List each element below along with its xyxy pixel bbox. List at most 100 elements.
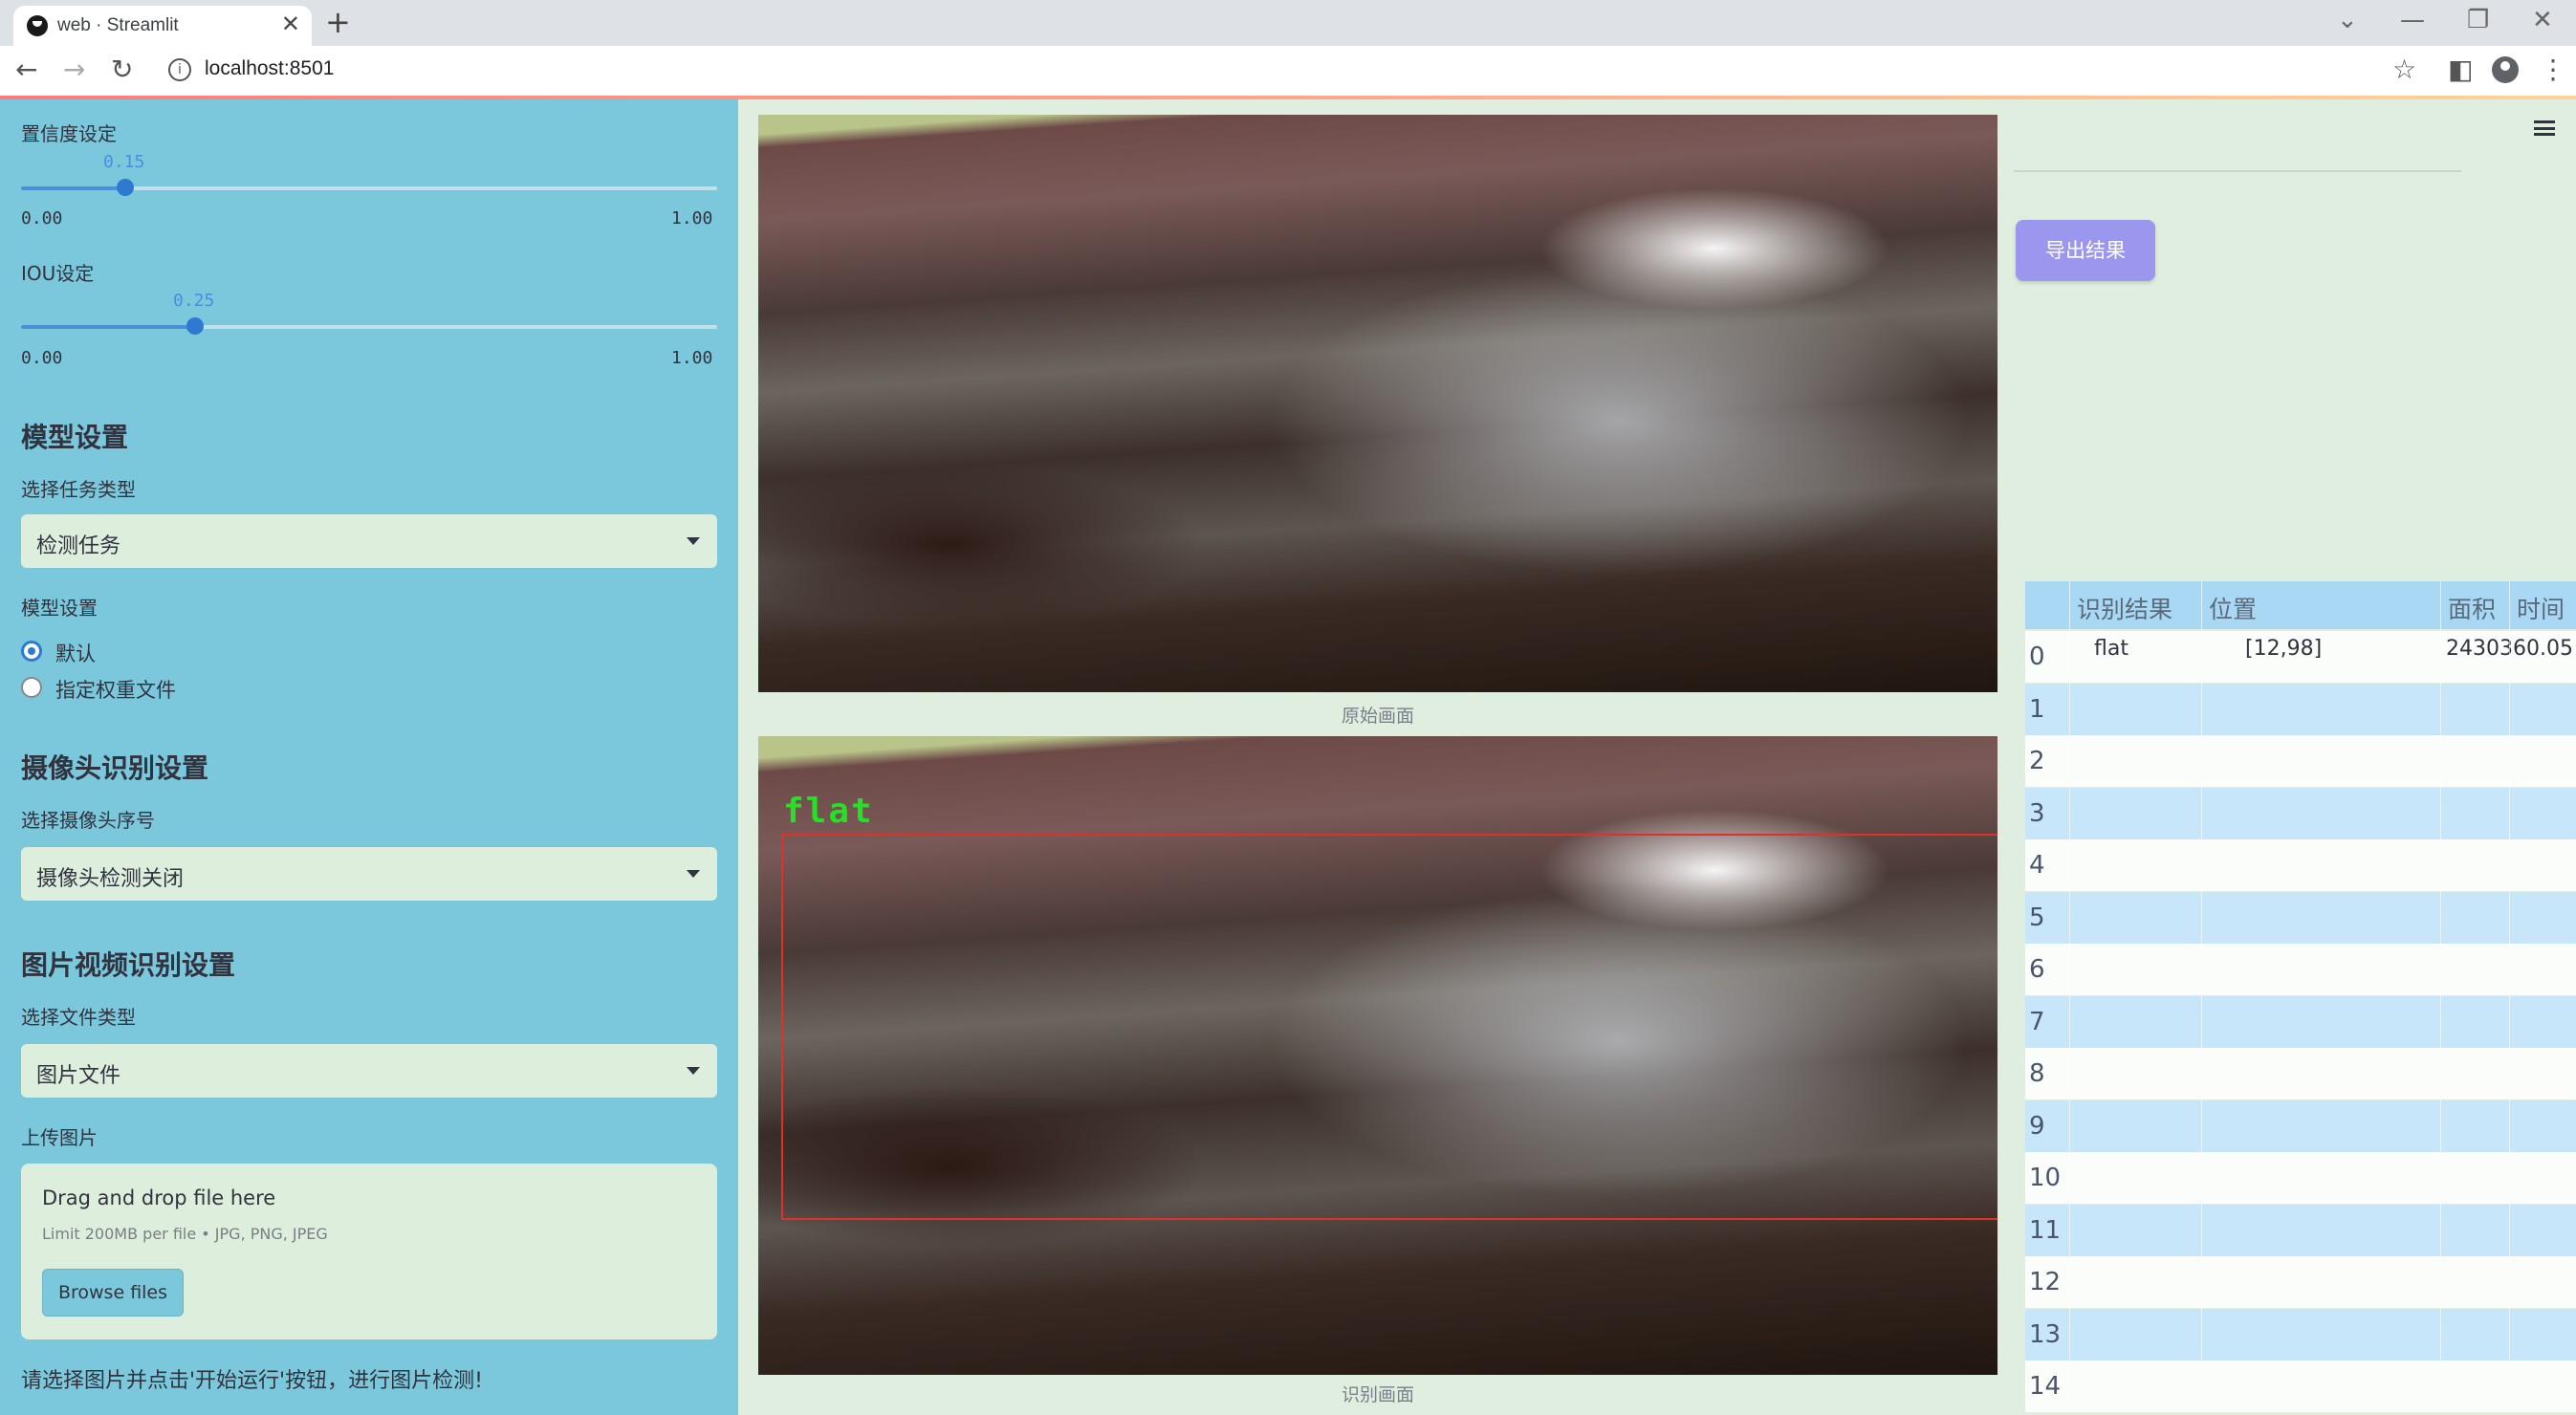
row-index: 2 <box>2029 747 2045 775</box>
hamburger-menu-icon[interactable] <box>2534 120 2555 136</box>
chevron-down-icon <box>687 537 700 545</box>
table-row[interactable]: 7 <box>2025 995 2576 1048</box>
confidence-max: 1.00 <box>671 208 713 229</box>
row-index: 1 <box>2029 694 2045 724</box>
column-divider <box>2201 581 2202 1404</box>
original-image <box>758 115 1997 692</box>
table-row[interactable]: 2 <box>2025 735 2576 787</box>
streamlit-favicon-icon <box>27 15 48 36</box>
column-header-time[interactable]: 时间 <box>2517 591 2565 625</box>
file-type-value: 图片文件 <box>36 1064 121 1088</box>
radio-custom-weights[interactable]: 指定权重文件 <box>21 677 176 702</box>
column-divider <box>2440 581 2441 1404</box>
upload-label: 上传图片 <box>21 1126 98 1149</box>
table-row[interactable]: 11 <box>2025 1204 2576 1256</box>
detection-label: flat <box>783 792 874 831</box>
detection-bounding-box <box>781 834 1997 1220</box>
row-index: 13 <box>2029 1319 2062 1349</box>
close-tab-icon[interactable]: ✕ <box>281 11 300 37</box>
row-index: 10 <box>2029 1164 2062 1192</box>
browse-files-button[interactable]: Browse files <box>42 1269 184 1317</box>
back-icon[interactable]: ← <box>15 54 37 85</box>
table-row[interactable]: 6 <box>2025 944 2576 995</box>
camera-value: 摄像头检测关闭 <box>36 867 185 891</box>
row-index: 14 <box>2029 1372 2062 1401</box>
tab-title: web · Streamlit <box>57 15 179 35</box>
address-bar: ← → ↻ i localhost:8501 ☆ ◧ ⋮ <box>0 46 2576 96</box>
iou-slider-fill <box>21 325 195 329</box>
confidence-value: 0.15 <box>103 152 145 172</box>
export-results-button[interactable]: 导出结果 <box>2016 220 2155 281</box>
chevron-down-icon <box>687 870 700 878</box>
original-caption: 原始画面 <box>1341 706 1414 727</box>
model-settings-heading: 模型设置 <box>21 422 129 453</box>
row-index: 3 <box>2029 798 2045 828</box>
url-field[interactable]: localhost:8501 <box>205 57 334 80</box>
browser-menu-icon[interactable]: ⋮ <box>2540 54 2566 85</box>
table-row[interactable]: 13 <box>2025 1308 2576 1361</box>
profile-avatar-icon[interactable] <box>2492 56 2519 83</box>
row-index: 9 <box>2029 1111 2045 1141</box>
browser-tab[interactable]: web · Streamlit ✕ <box>13 6 312 46</box>
table-row[interactable]: 4 <box>2025 839 2576 891</box>
table-row[interactable]: 9 <box>2025 1099 2576 1152</box>
iou-slider[interactable] <box>21 317 717 335</box>
media-settings-heading: 图片视频识别设置 <box>21 949 236 981</box>
confidence-slider-fill <box>21 186 125 190</box>
tab-search-icon[interactable]: ⌄ <box>2337 6 2358 34</box>
task-type-select[interactable]: 检测任务 <box>21 514 717 568</box>
cell-position: [12,98] <box>2245 637 2323 661</box>
table-row[interactable]: 12 <box>2025 1256 2576 1308</box>
column-header-position[interactable]: 位置 <box>2209 591 2257 625</box>
row-index: 12 <box>2029 1268 2062 1296</box>
radio-custom-weights-label: 指定权重文件 <box>55 679 176 702</box>
table-row[interactable]: 3 <box>2025 787 2576 839</box>
file-dropzone[interactable]: Drag and drop file here Limit 200MB per … <box>21 1164 717 1339</box>
iou-label: IOU设定 <box>21 262 95 285</box>
forward-icon[interactable]: → <box>63 54 85 85</box>
confidence-slider[interactable] <box>21 179 717 196</box>
detected-caption: 识别画面 <box>1341 1384 1414 1405</box>
reload-icon[interactable]: ↻ <box>111 54 133 85</box>
dropzone-limit: Limit 200MB per file • JPG, PNG, JPEG <box>42 1225 328 1243</box>
iou-max: 1.00 <box>671 348 713 368</box>
detected-image: flat <box>758 736 1997 1375</box>
restore-icon[interactable]: ❐ <box>2467 6 2489 34</box>
column-divider <box>2069 581 2070 1404</box>
camera-select[interactable]: 摄像头检测关闭 <box>21 847 717 901</box>
row-index: 0 <box>2029 642 2045 671</box>
file-type-select[interactable]: 图片文件 <box>21 1044 717 1098</box>
model-label: 模型设置 <box>21 597 98 620</box>
column-header-area[interactable]: 面积 <box>2448 591 2496 625</box>
row-index: 7 <box>2029 1007 2045 1036</box>
task-type-value: 检测任务 <box>36 534 121 558</box>
new-tab-icon[interactable]: + <box>325 4 351 40</box>
site-info-icon[interactable]: i <box>168 58 191 81</box>
table-row[interactable]: 1 <box>2025 683 2576 735</box>
side-panel-icon[interactable]: ◧ <box>2448 54 2473 85</box>
camera-index-label: 选择摄像头序号 <box>21 809 155 832</box>
table-row[interactable]: 8 <box>2025 1048 2576 1099</box>
table-row[interactable]: 14 <box>2025 1361 2576 1412</box>
confidence-slider-thumb[interactable] <box>117 179 134 196</box>
table-row[interactable]: 0 flat [12,98] 2430360.05 <box>2025 631 2576 683</box>
sidebar: 置信度设定 0.15 0.00 1.00 IOU设定 0.25 0.00 1.0… <box>0 99 738 1415</box>
row-index: 4 <box>2029 851 2045 880</box>
camera-settings-heading: 摄像头识别设置 <box>21 752 209 784</box>
radio-default-label: 默认 <box>55 642 96 665</box>
divider <box>2014 170 2461 172</box>
iou-value: 0.25 <box>173 291 215 311</box>
file-type-label: 选择文件类型 <box>21 1006 136 1029</box>
window-close-icon[interactable]: ✕ <box>2532 6 2553 34</box>
row-index: 5 <box>2029 903 2045 932</box>
table-row[interactable]: 10 <box>2025 1152 2576 1204</box>
table-row[interactable]: 5 <box>2025 891 2576 944</box>
radio-default[interactable]: 默认 <box>21 641 96 665</box>
iou-slider-thumb[interactable] <box>186 317 204 335</box>
minimize-icon[interactable]: — <box>2400 6 2425 34</box>
bookmark-star-icon[interactable]: ☆ <box>2392 54 2416 85</box>
row-index: 6 <box>2029 955 2045 984</box>
column-header-result[interactable]: 识别结果 <box>2077 591 2172 625</box>
table-header: 识别结果 位置 面积 时间 <box>2025 581 2576 629</box>
confidence-label: 置信度设定 <box>21 122 117 145</box>
